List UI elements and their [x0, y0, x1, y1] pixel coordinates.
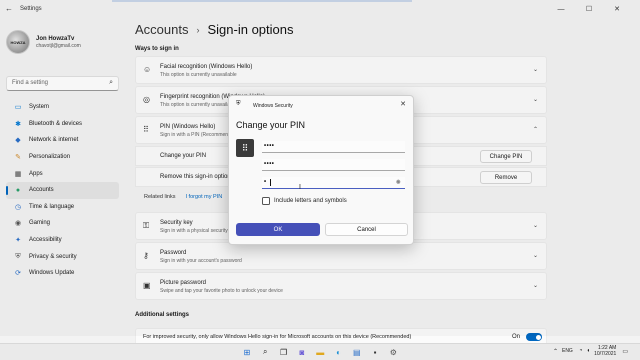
confirm-pin-field[interactable]: • ◉ — [262, 177, 405, 189]
dialog-app-name: Windows Security — [253, 103, 293, 109]
store-icon[interactable]: ▤ — [350, 345, 364, 359]
clock-date: 10/7/2021 — [594, 351, 617, 357]
dialog-header: ⛨ Windows Security ✕ — [229, 96, 413, 114]
new-pin-field[interactable]: •••• — [262, 159, 405, 171]
terminal-icon[interactable]: ▪ — [368, 345, 382, 359]
shield-icon: ⛨ — [236, 101, 241, 107]
search-icon[interactable]: ⌕ — [258, 345, 272, 359]
taskbar-icons: ⊞ ⌕ ❐ ◙ ▬ ◐ ▤ ▪ ⚙ — [240, 345, 405, 359]
keypad-icon: ⠿ — [236, 139, 254, 157]
chat-icon[interactable]: ◙ — [295, 345, 309, 359]
chevron-up-icon[interactable]: ⌃ — [553, 348, 558, 355]
volume-icon[interactable]: ◖ — [586, 348, 590, 354]
text-cursor — [270, 179, 271, 186]
edge-icon[interactable]: ◐ — [331, 345, 345, 359]
start-icon[interactable]: ⊞ — [240, 345, 254, 359]
ok-button[interactable]: OK — [236, 223, 320, 236]
include-letters-checkbox[interactable] — [262, 197, 270, 205]
include-letters-label: Include letters and symbols — [274, 198, 347, 204]
task-view-icon[interactable]: ❐ — [277, 345, 291, 359]
clock[interactable]: 1:22 AM 10/7/2021 — [594, 345, 616, 357]
notification-icon[interactable]: ▭ — [622, 348, 628, 355]
close-icon[interactable]: ✕ — [400, 100, 406, 108]
change-pin-dialog: ⛨ Windows Security ✕ Change your PIN ⠿ •… — [228, 95, 414, 245]
settings-icon[interactable]: ⚙ — [386, 345, 400, 359]
cancel-button[interactable]: Cancel — [325, 223, 408, 236]
taskbar: ⊞ ⌕ ❐ ◙ ▬ ◐ ▤ ▪ ⚙ ⌃ ENG ◔ ◖ 1:22 AM 10/7/2021 ▭ — [0, 343, 640, 360]
current-pin-field[interactable]: •••• — [262, 141, 405, 153]
include-letters-option[interactable]: Include letters and symbols — [262, 197, 347, 205]
explorer-icon[interactable]: ▬ — [313, 345, 327, 359]
language-indicator[interactable]: ENG — [562, 348, 573, 354]
mouse-ibeam-cursor-icon: I — [299, 184, 301, 191]
system-tray: ⌃ ENG ◔ ◖ 1:22 AM 10/7/2021 ▭ — [553, 345, 632, 357]
confirm-pin-value: • — [264, 179, 267, 185]
dialog-title: Change your PIN — [236, 120, 306, 130]
reveal-eye-icon[interactable]: ◉ — [396, 179, 401, 185]
wifi-icon[interactable]: ◔ — [579, 348, 583, 354]
